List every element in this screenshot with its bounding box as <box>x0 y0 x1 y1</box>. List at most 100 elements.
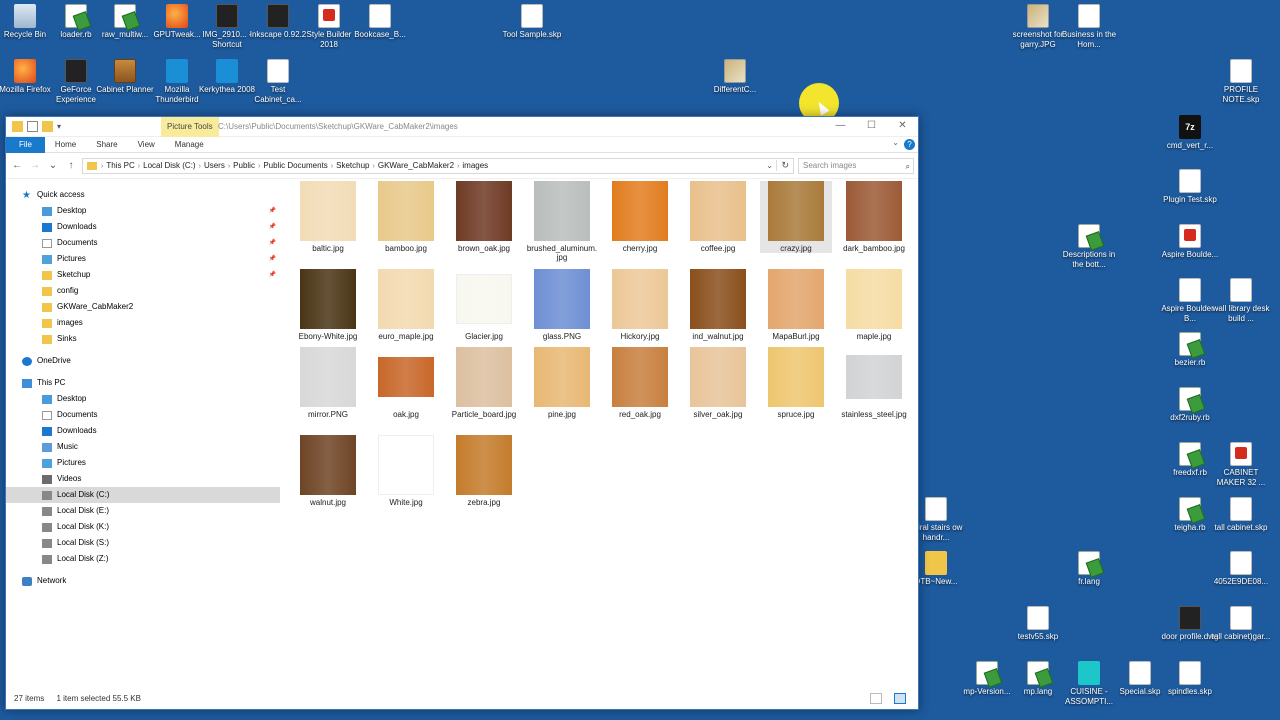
nav-onedrive[interactable]: OneDrive <box>6 353 280 369</box>
back-button[interactable]: ← <box>10 160 24 171</box>
nav-item-music[interactable]: Music <box>6 439 280 455</box>
file-red-oak-jpg[interactable]: red_oak.jpg <box>604 347 676 419</box>
expand-ribbon-icon[interactable]: ⌄ <box>892 138 899 147</box>
file-maple-jpg[interactable]: maple.jpg <box>838 269 910 341</box>
new-folder-icon[interactable] <box>42 121 53 132</box>
file-stainless-steel-jpg[interactable]: stainless_steel.jpg <box>838 347 910 419</box>
address-bar[interactable]: › This PC › Local Disk (C:) › Users › Public › Pu… <box>82 157 794 174</box>
nav-quick-access[interactable]: ★ Quick access <box>6 187 280 203</box>
up-button[interactable]: ↑ <box>64 160 78 171</box>
nav-item-gkware-cabmaker2[interactable]: GKWare_CabMaker2 <box>6 299 280 315</box>
forward-button[interactable]: → <box>28 160 42 171</box>
breadcrumb-separator[interactable]: › <box>101 163 103 170</box>
breadcrumb-separator[interactable]: › <box>331 163 333 170</box>
file-particle-board-jpg[interactable]: Particle_board.jpg <box>448 347 520 419</box>
file-brushed-aluminum-jpg[interactable]: brushed_aluminum.jpg <box>526 181 598 262</box>
breadcrumb-users[interactable]: Users <box>204 161 225 170</box>
pin-icon[interactable]: 📌 <box>269 203 276 219</box>
pin-icon[interactable]: 📌 <box>269 235 276 251</box>
file-bamboo-jpg[interactable]: bamboo.jpg <box>370 181 442 253</box>
pin-icon[interactable]: 📌 <box>269 251 276 267</box>
tab-share[interactable]: Share <box>86 137 127 153</box>
nav-item-local-disk-e[interactable]: Local Disk (E:) <box>6 503 280 519</box>
nav-item-documents[interactable]: Documents 📌 <box>6 235 280 251</box>
nav-this-pc[interactable]: This PC <box>6 375 280 391</box>
desktop-icon-fr-lang[interactable]: fr.lang <box>1057 551 1121 587</box>
nav-item-videos[interactable]: Videos <box>6 471 280 487</box>
chevron-down-icon[interactable]: ▾ <box>57 121 65 132</box>
nav-item-local-disk-k[interactable]: Local Disk (K:) <box>6 519 280 535</box>
desktop-icon-tall-cabinet-skp[interactable]: tall cabinet.skp <box>1209 497 1273 533</box>
nav-item-downloads[interactable]: Downloads 📌 <box>6 219 280 235</box>
breadcrumb-separator[interactable]: › <box>373 163 375 170</box>
desktop-icon-cabinet-maker-32[interactable]: CABINET MAKER 32 ... <box>1209 442 1273 488</box>
file-walnut-jpg[interactable]: walnut.jpg <box>292 435 364 507</box>
desktop-icon-cmd-vert-r[interactable]: 7z cmd_vert_r... <box>1158 115 1222 151</box>
recent-locations-button[interactable]: ⌄ <box>46 160 60 171</box>
breadcrumb-separator[interactable]: › <box>199 163 201 170</box>
tab-home[interactable]: Home <box>45 137 86 153</box>
nav-item-local-disk-s[interactable]: Local Disk (S:) <box>6 535 280 551</box>
file-baltic-jpg[interactable]: baltic.jpg <box>292 181 364 253</box>
nav-item-local-disk-z[interactable]: Local Disk (Z:) <box>6 551 280 567</box>
breadcrumb-public[interactable]: Public <box>233 161 255 170</box>
file-silver-oak-jpg[interactable]: silver_oak.jpg <box>682 347 754 419</box>
breadcrumb-local-disk-c[interactable]: Local Disk (C:) <box>143 161 195 170</box>
breadcrumb-separator[interactable]: › <box>457 163 459 170</box>
desktop-icon-tall-cabinet-gar[interactable]: tall cabinet)gar... <box>1209 606 1273 642</box>
large-icons-view-button[interactable] <box>894 693 906 704</box>
desktop-icon-dxf2ruby-rb[interactable]: dxf2ruby.rb <box>1158 387 1222 423</box>
properties-icon[interactable] <box>27 121 38 132</box>
maximize-button[interactable]: ☐ <box>856 117 887 135</box>
file-cherry-jpg[interactable]: cherry.jpg <box>604 181 676 253</box>
nav-network[interactable]: Network <box>6 573 280 589</box>
file-coffee-jpg[interactable]: coffee.jpg <box>682 181 754 253</box>
file-hickory-jpg[interactable]: Hickory.jpg <box>604 269 676 341</box>
tab-file[interactable]: File <box>6 136 45 153</box>
tab-manage[interactable]: Manage <box>165 137 214 153</box>
picture-tools-tab[interactable]: Picture Tools <box>161 117 219 137</box>
file-glass-png[interactable]: glass.PNG <box>526 269 598 341</box>
details-view-button[interactable] <box>870 693 882 704</box>
desktop-icon-aspire-boulde[interactable]: Aspire Boulde... <box>1158 224 1222 260</box>
desktop-icon-profile-note-skp[interactable]: PROFILE NOTE.skp <box>1209 59 1273 105</box>
file-oak-jpg[interactable]: oak.jpg <box>370 347 442 419</box>
file-crazy-jpg[interactable]: crazy.jpg <box>760 181 832 253</box>
help-icon[interactable]: ? <box>904 139 915 150</box>
pin-icon[interactable]: 📌 <box>269 219 276 235</box>
nav-item-sinks[interactable]: Sinks <box>6 331 280 347</box>
file-pine-jpg[interactable]: pine.jpg <box>526 347 598 419</box>
desktop-icon-plugin-test-skp[interactable]: Plugin Test.skp <box>1158 169 1222 205</box>
file-ebony-white-jpg[interactable]: Ebony-White.jpg <box>292 269 364 341</box>
file-spruce-jpg[interactable]: spruce.jpg <box>760 347 832 419</box>
minimize-button[interactable]: — <box>825 117 856 135</box>
file-dark-bamboo-jpg[interactable]: dark_bamboo.jpg <box>838 181 910 253</box>
breadcrumb-separator[interactable]: › <box>228 163 230 170</box>
file-white-jpg[interactable]: White.jpg <box>370 435 442 507</box>
nav-item-config[interactable]: config <box>6 283 280 299</box>
nav-item-documents[interactable]: Documents <box>6 407 280 423</box>
nav-item-desktop[interactable]: Desktop 📌 <box>6 203 280 219</box>
pin-icon[interactable]: 📌 <box>269 267 276 283</box>
desktop-icon-bookcase-b[interactable]: Bookcase_B... <box>348 4 412 40</box>
refresh-icon[interactable]: ↻ <box>776 159 789 171</box>
desktop-icon-4052e9de08[interactable]: 4052E9DE08... <box>1209 551 1273 587</box>
file-glacier-jpg[interactable]: Glacier.jpg <box>448 269 520 341</box>
desktop-icon-test-cabinet-ca[interactable]: Test Cabinet_ca... <box>246 59 310 105</box>
search-input[interactable]: Search images ⌕ <box>798 157 914 174</box>
breadcrumb-separator[interactable]: › <box>138 163 140 170</box>
nav-item-pictures[interactable]: Pictures <box>6 455 280 471</box>
desktop-icon-tool-sample-skp[interactable]: Tool Sample.skp <box>500 4 564 40</box>
file-zebra-jpg[interactable]: zebra.jpg <box>448 435 520 507</box>
desktop-icon-business-in-the-hom[interactable]: Business in the Hom... <box>1057 4 1121 50</box>
file-mapaburl-jpg[interactable]: MapaBurl.jpg <box>760 269 832 341</box>
breadcrumb-separator[interactable]: › <box>258 163 260 170</box>
nav-item-downloads[interactable]: Downloads <box>6 423 280 439</box>
tab-view[interactable]: View <box>128 137 165 153</box>
desktop-icon-wall-library-desk-build[interactable]: wall library desk build ... <box>1209 278 1273 324</box>
desktop-icon-bezier-rb[interactable]: bezier.rb <box>1158 332 1222 368</box>
nav-item-local-disk-c[interactable]: Local Disk (C:) <box>6 487 280 503</box>
breadcrumb-public-documents[interactable]: Public Documents <box>263 161 327 170</box>
breadcrumb-gkware-cabmaker2[interactable]: GKWare_CabMaker2 <box>378 161 454 170</box>
desktop-icon-descriptions-in-the-bott[interactable]: Descriptions in the bott... <box>1057 224 1121 270</box>
